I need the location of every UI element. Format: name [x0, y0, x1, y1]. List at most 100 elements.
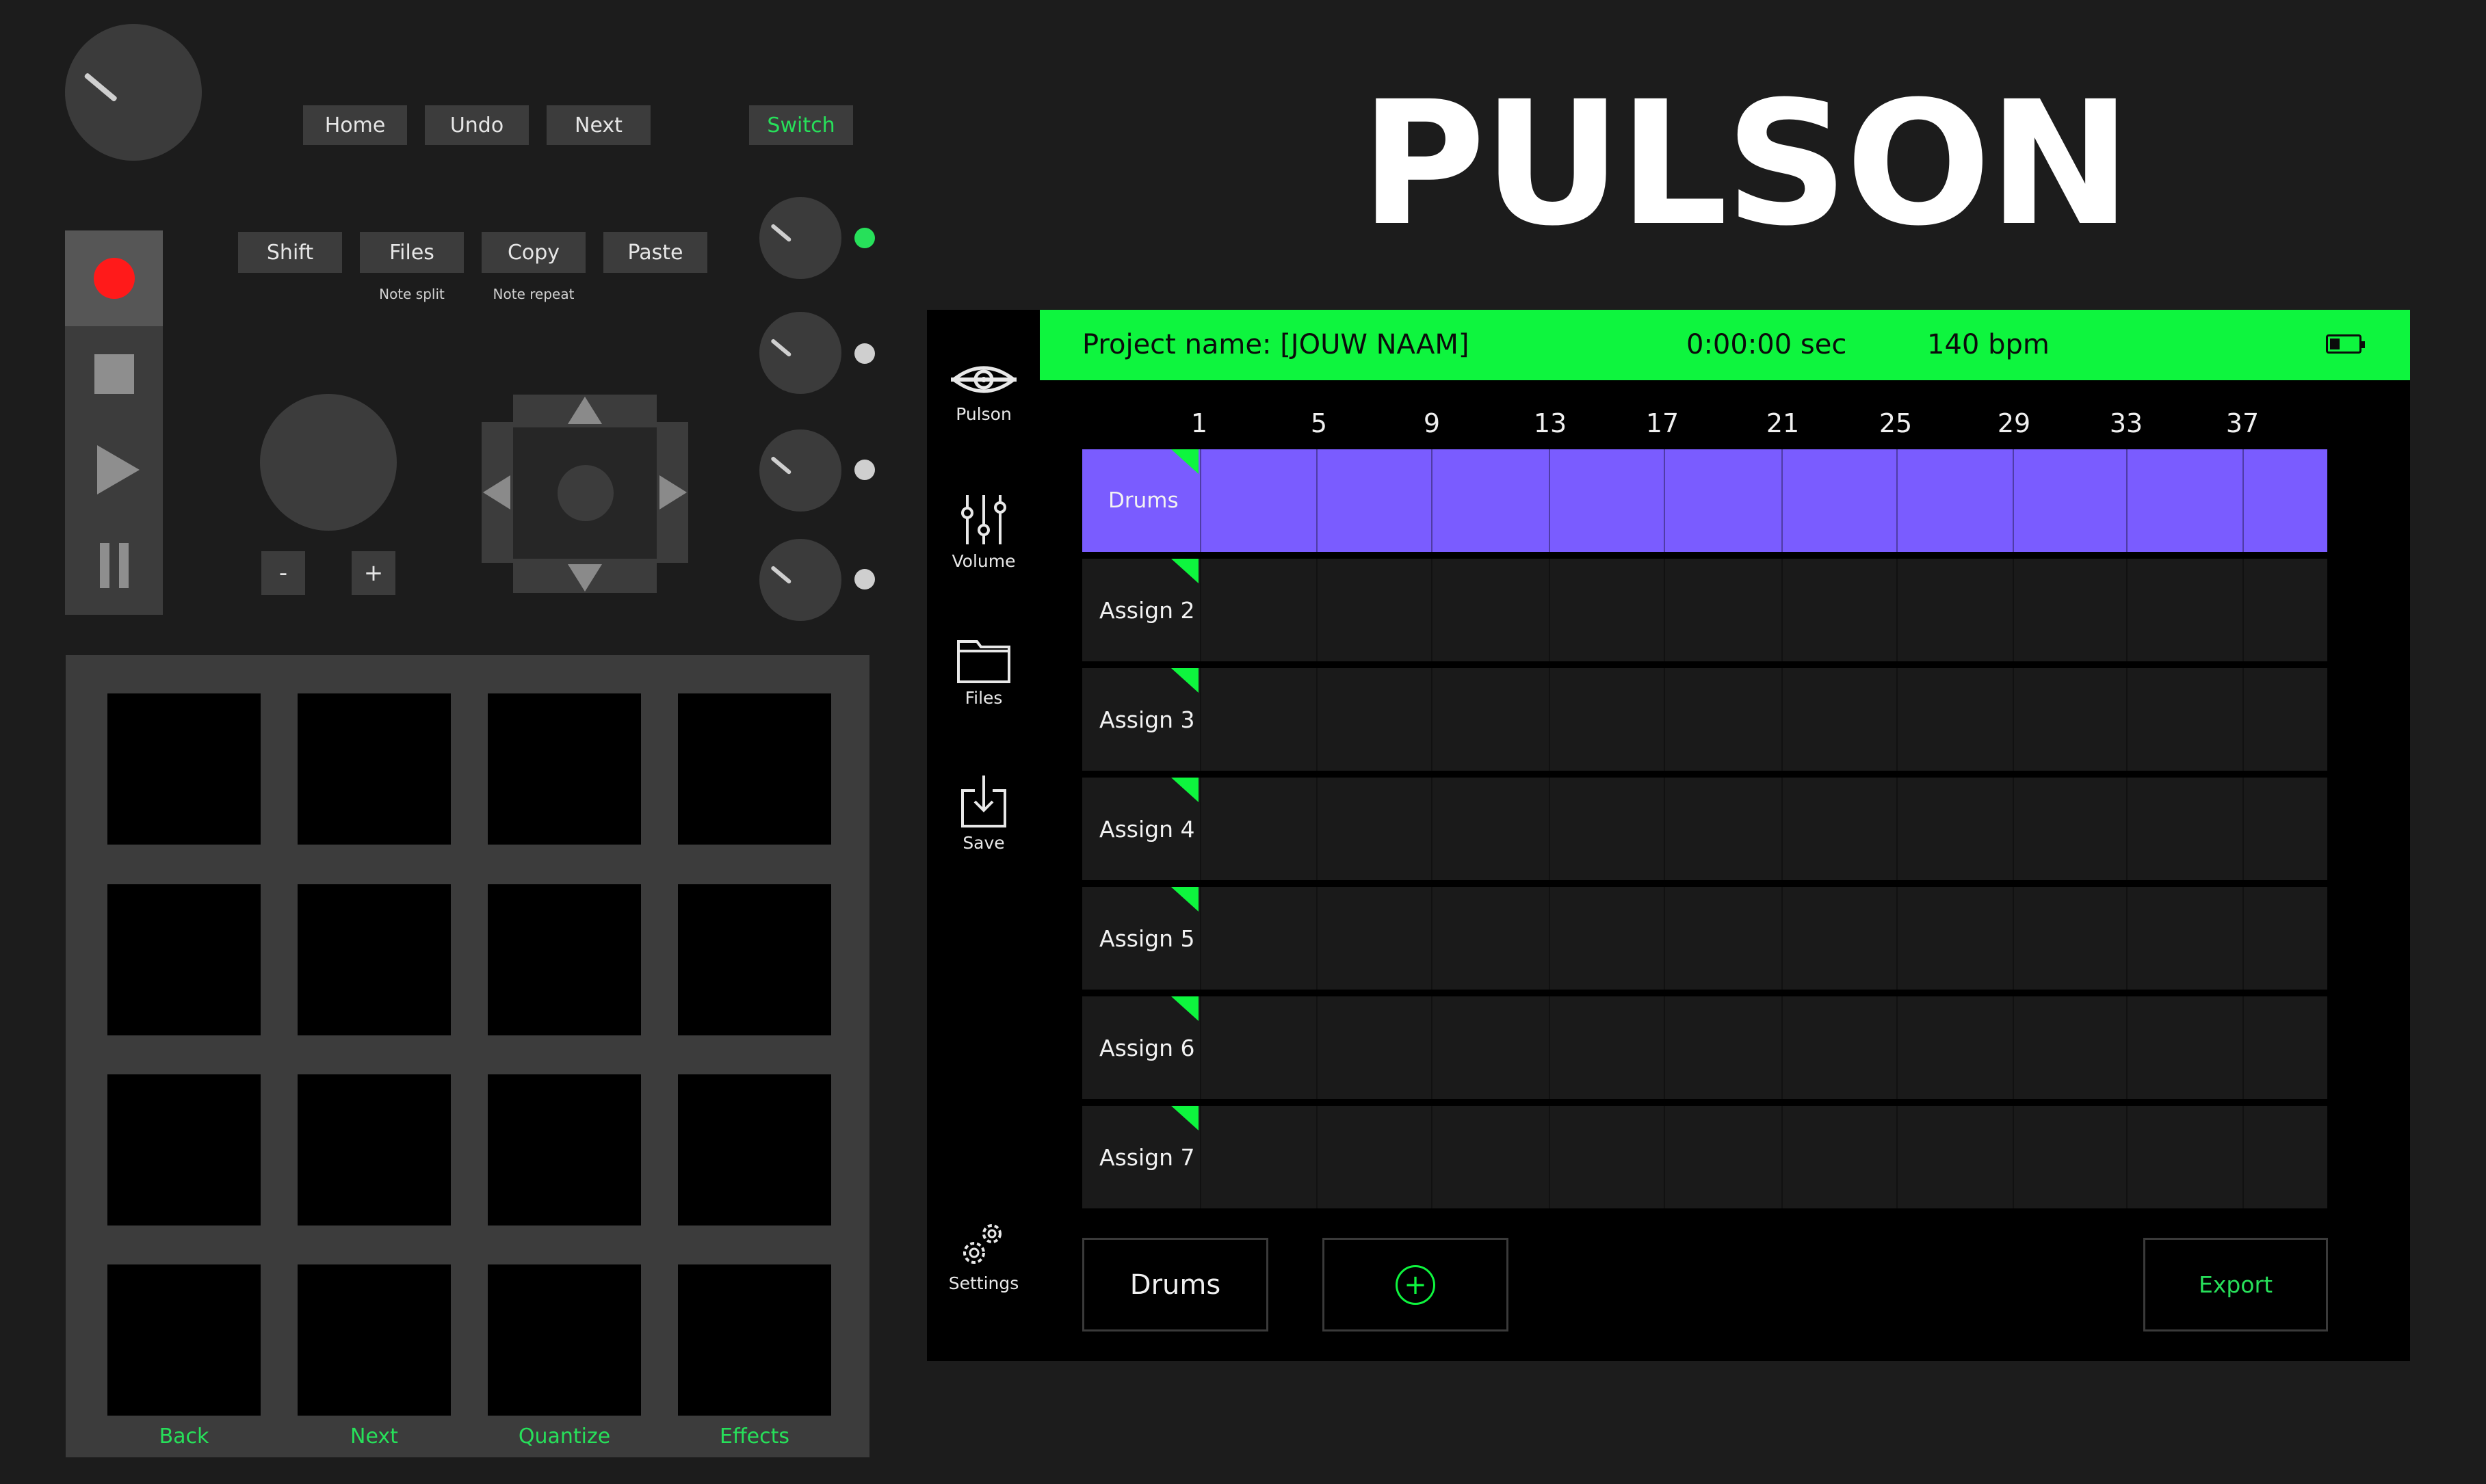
pad-2[interactable] [298, 693, 451, 845]
pause-icon [99, 543, 129, 588]
bar-number: 1 [1190, 408, 1208, 438]
track-row[interactable]: Assign 6 [1082, 996, 2327, 1099]
nav-save-label: Save [963, 833, 1005, 853]
track-row[interactable]: Assign 7 [1082, 1106, 2327, 1208]
nav-pulson[interactable]: Pulson [934, 359, 1034, 424]
bar-number: 37 [2225, 408, 2260, 438]
track-row[interactable]: Assign 3 [1082, 668, 2327, 771]
record-button[interactable] [65, 230, 163, 326]
nav-files[interactable]: Files [934, 636, 1034, 708]
shift-button[interactable]: Shift [238, 232, 342, 273]
zoom-plus-button[interactable]: + [352, 551, 395, 595]
battery-icon [2326, 334, 2365, 354]
settings-gears-icon [963, 1224, 1002, 1264]
nav-pulson-label: Pulson [956, 404, 1012, 424]
add-circle-icon: + [1396, 1264, 1435, 1305]
indicator-led-2 [854, 343, 875, 364]
home-button[interactable]: Home [303, 105, 407, 145]
pad-label-quantize: Quantize [518, 1425, 611, 1448]
files-button[interactable]: Files [360, 232, 464, 273]
dpad-right-button[interactable] [659, 475, 687, 509]
play-button[interactable] [65, 422, 163, 518]
nav-volume[interactable]: Volume [934, 492, 1034, 571]
bar-number: 29 [1997, 408, 2031, 438]
status-bar: Project name: [JOUW NAAM] 0:00:00 sec 14… [1040, 310, 2410, 380]
undo-button[interactable]: Undo [425, 105, 529, 145]
paste-button[interactable]: Paste [603, 232, 707, 273]
pad-3[interactable] [488, 693, 641, 845]
pause-button[interactable] [65, 518, 163, 613]
bar-number: 9 [1423, 408, 1441, 438]
indicator-led-4 [854, 569, 875, 589]
pad-14[interactable] [298, 1264, 451, 1416]
bar-number: 5 [1310, 408, 1328, 438]
knob-4[interactable] [759, 539, 841, 621]
nav-save[interactable]: Save [934, 774, 1034, 853]
pad-7[interactable] [488, 884, 641, 1035]
stop-icon [94, 354, 134, 394]
pad-8[interactable] [678, 884, 831, 1035]
project-name[interactable]: Project name: [JOUW NAAM] [1082, 329, 1469, 360]
track-marker-icon [1171, 996, 1199, 1021]
copy-button[interactable]: Copy [482, 232, 586, 273]
jog-wheel[interactable] [260, 394, 397, 531]
track-marker-icon [1171, 559, 1199, 583]
dpad-up-button[interactable] [568, 397, 602, 424]
export-button[interactable]: Export [2143, 1238, 2328, 1331]
knob-1[interactable] [759, 197, 841, 279]
pad-label-back: Back [159, 1425, 209, 1448]
track-row[interactable]: Assign 2 [1082, 559, 2327, 661]
pad-5[interactable] [107, 884, 261, 1035]
knob-3[interactable] [759, 429, 841, 512]
dpad-center-button[interactable] [558, 465, 614, 521]
dpad-down-button[interactable] [568, 564, 602, 592]
track-row[interactable]: Drums [1082, 449, 2327, 552]
track-marker-icon [1171, 668, 1199, 693]
nav-settings[interactable]: Settings [934, 1217, 1034, 1293]
bar-number: 25 [1879, 408, 1913, 438]
add-track-button[interactable]: + [1322, 1238, 1508, 1331]
pad-label-effects: Effects [720, 1425, 789, 1448]
note-repeat-label: Note repeat [493, 286, 575, 302]
knob-2[interactable] [759, 312, 841, 394]
master-knob[interactable] [65, 24, 202, 161]
nav-settings-label: Settings [948, 1273, 1019, 1293]
pad-13[interactable] [107, 1264, 261, 1416]
bar-number: 33 [2109, 408, 2143, 438]
pad-9[interactable] [107, 1074, 261, 1225]
pad-10[interactable] [298, 1074, 451, 1225]
track-marker-icon [1171, 778, 1199, 802]
stop-button[interactable] [65, 326, 163, 422]
pad-16[interactable] [678, 1264, 831, 1416]
save-download-icon [961, 776, 1006, 827]
pad-6[interactable] [298, 884, 451, 1035]
transport-panel [65, 230, 163, 615]
indicator-led-1 [854, 228, 875, 248]
next-button[interactable]: Next [547, 105, 651, 145]
brand-title: PULSON [1360, 64, 2131, 263]
pad-label-next: Next [350, 1425, 398, 1448]
indicator-led-3 [854, 460, 875, 480]
pad-4[interactable] [678, 693, 831, 845]
switch-button[interactable]: Switch [749, 105, 853, 145]
bar-number: 13 [1533, 408, 1567, 438]
track-marker-icon [1171, 449, 1199, 474]
bpm-display[interactable]: 140 bpm [1927, 329, 2050, 360]
instrument-button[interactable]: Drums [1082, 1238, 1268, 1331]
pad-11[interactable] [488, 1074, 641, 1225]
time-display: 0:00:00 sec [1686, 329, 1847, 360]
dpad-left-button[interactable] [483, 475, 510, 509]
track-row[interactable]: Assign 4 [1082, 778, 2327, 880]
track-row[interactable]: Assign 5 [1082, 887, 2327, 990]
volume-sliders-icon [961, 495, 1006, 544]
play-icon [96, 445, 140, 494]
pad-1[interactable] [107, 693, 261, 845]
track-marker-icon [1171, 1106, 1199, 1130]
bar-number: 17 [1645, 408, 1679, 438]
pad-12[interactable] [678, 1074, 831, 1225]
pad-15[interactable] [488, 1264, 641, 1416]
zoom-minus-button[interactable]: - [261, 551, 305, 595]
record-icon [93, 258, 135, 299]
track-marker-icon [1171, 887, 1199, 912]
track-label: Drums [1108, 488, 1179, 513]
